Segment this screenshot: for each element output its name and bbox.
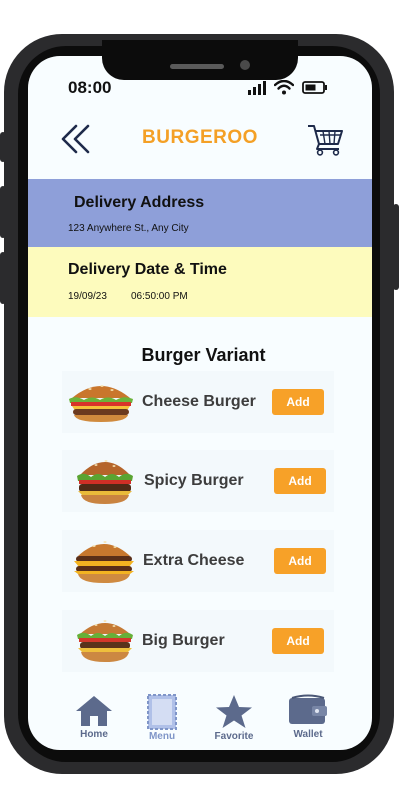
add-button[interactable]: Add — [274, 548, 326, 574]
item-name: Spicy Burger — [144, 472, 244, 489]
burger-image — [77, 620, 133, 662]
signal-icon — [248, 80, 266, 95]
volume-up-button — [0, 186, 6, 238]
nav-label-home: Home — [80, 729, 108, 740]
home-icon — [76, 696, 112, 726]
volume-down-button — [0, 252, 6, 304]
burger-image — [69, 385, 133, 422]
nav-label-favorite: Favorite — [214, 731, 254, 742]
list-item: Big Burger Add — [62, 610, 334, 672]
power-button — [393, 204, 399, 290]
item-name: Cheese Burger — [142, 393, 256, 410]
delivery-address-panel[interactable]: Delivery Address 123 Anywhere St., Any C… — [28, 179, 372, 247]
add-button[interactable]: Add — [272, 389, 324, 415]
item-name: Extra Cheese — [143, 552, 245, 569]
speaker-grille — [170, 64, 224, 69]
delivery-datetime-panel[interactable]: Delivery Date & Time 19/09/23 06:50:00 P… — [28, 247, 372, 317]
battery-icon — [302, 81, 327, 94]
nav-label-wallet: Wallet — [293, 729, 323, 740]
delivery-datetime-label: Delivery Date & Time — [68, 261, 227, 278]
menu-icon — [147, 694, 177, 730]
burger-image — [74, 541, 134, 583]
nav-item-wallet[interactable]: Wallet — [278, 694, 338, 740]
delivery-address-label: Delivery Address — [74, 194, 205, 211]
burger-image — [77, 460, 133, 504]
list-item: Extra Cheese Add — [62, 530, 334, 592]
nav-item-favorite[interactable]: Favorite — [204, 694, 264, 742]
bottom-nav: Home Menu Favorite Wallet — [28, 690, 372, 746]
star-icon — [216, 695, 252, 728]
status-time: 08:00 — [68, 78, 112, 97]
nav-item-home[interactable]: Home — [64, 694, 124, 740]
wifi-icon — [274, 80, 294, 95]
nav-label-menu: Menu — [148, 731, 176, 742]
nav-item-menu[interactable]: Menu — [132, 694, 192, 742]
shopping-cart-icon[interactable] — [306, 122, 344, 156]
status-icons — [248, 80, 328, 95]
item-name: Big Burger — [142, 632, 225, 649]
front-camera — [240, 60, 250, 70]
delivery-date-value: 19/09/23 — [68, 291, 107, 302]
wallet-icon — [289, 694, 327, 724]
delivery-time-value: 06:50:00 PM — [131, 291, 188, 302]
list-item: Spicy Burger Add — [62, 450, 334, 512]
add-button[interactable]: Add — [274, 468, 326, 494]
list-item: Cheese Burger Add — [62, 371, 334, 433]
delivery-address-value: 123 Anywhere St., Any City — [68, 223, 189, 234]
section-title: Burger Variant — [141, 345, 266, 365]
notch — [102, 40, 298, 80]
add-button[interactable]: Add — [272, 628, 324, 654]
